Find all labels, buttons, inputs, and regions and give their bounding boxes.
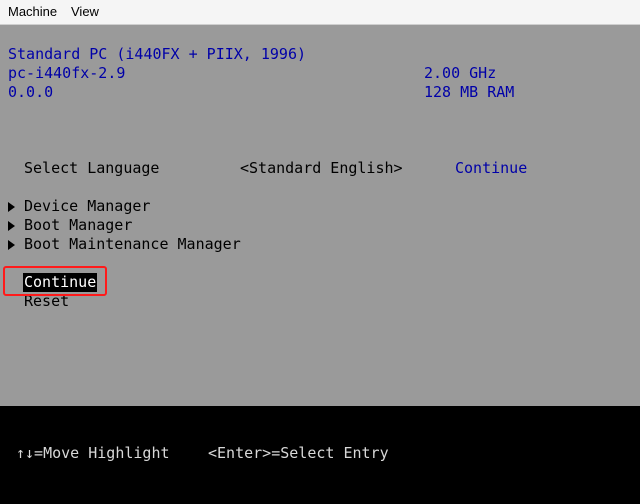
menu-machine[interactable]: Machine (8, 5, 57, 19)
firmware-version: 0.0.0 (8, 83, 54, 101)
select-language-label[interactable]: Select Language (24, 159, 159, 178)
key-help-footer: ↑↓=Move Highlight <Enter>=Select Entry (0, 406, 640, 504)
menu-bar: Machine View (0, 0, 640, 25)
language-value[interactable]: <Standard English> (240, 159, 403, 178)
vm-window: Machine View Standard PC (i440FX + PIIX,… (0, 0, 640, 504)
menu-reset[interactable]: Reset (24, 292, 69, 311)
menu-boot-manager[interactable]: Boot Manager (24, 216, 132, 235)
help-text: Continue (455, 159, 528, 177)
machine-version: pc-i440fx-2.9 (8, 64, 126, 82)
select-entry-hint: <Enter>=Select Entry (208, 444, 389, 462)
platform-info: Standard PC (i440FX + PIIX, 1996) (8, 45, 307, 63)
move-highlight-hint: ↑↓=Move Highlight (16, 444, 170, 462)
menu-view[interactable]: View (71, 5, 99, 19)
cpu-speed: 2.00 GHz (424, 64, 497, 82)
submenu-arrow-icon (8, 221, 15, 231)
submenu-arrow-icon (8, 202, 15, 212)
firmware-setup-screen: Standard PC (i440FX + PIIX, 1996) pc-i44… (0, 25, 640, 406)
menu-boot-maintenance-manager[interactable]: Boot Maintenance Manager (24, 235, 241, 254)
menu-device-manager[interactable]: Device Manager (24, 197, 150, 216)
menu-continue[interactable]: Continue (23, 273, 98, 292)
submenu-arrow-icon (8, 240, 15, 250)
memory-size: 128 MB RAM (424, 83, 515, 101)
